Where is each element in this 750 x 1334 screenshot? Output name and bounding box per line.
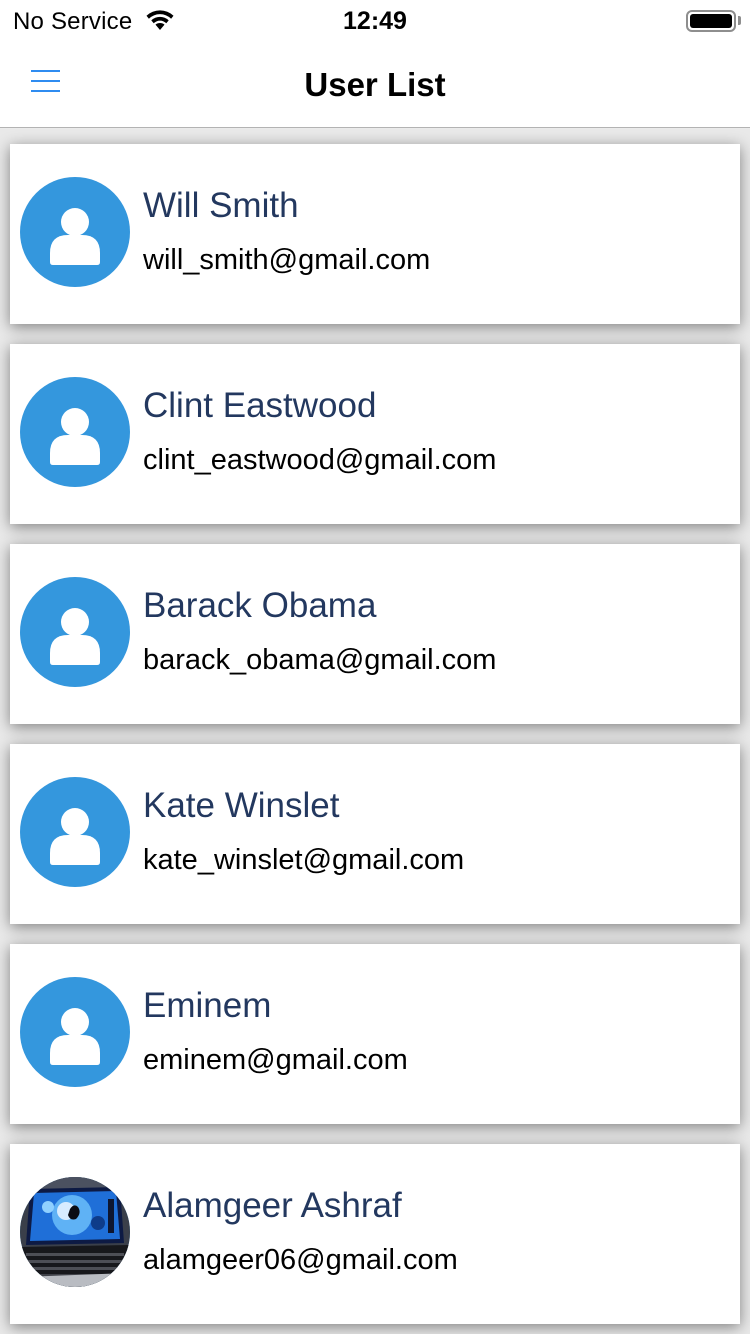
default-user-icon — [50, 208, 100, 265]
avatar — [20, 977, 130, 1087]
user-name: Kate Winslet — [143, 786, 340, 825]
default-user-icon — [50, 408, 100, 465]
user-email: alamgeer06@gmail.com — [143, 1244, 458, 1276]
default-user-icon — [50, 1008, 100, 1065]
clock: 12:49 — [343, 7, 407, 35]
user-name: Alamgeer Ashraf — [143, 1186, 402, 1225]
user-name: Will Smith — [143, 186, 299, 225]
battery-nub — [738, 16, 741, 25]
page-title: User List — [304, 66, 446, 103]
user-card[interactable]: Kate Winslet kate_winslet@gmail.com — [10, 744, 740, 924]
avatar — [20, 177, 130, 287]
avatar — [20, 777, 130, 887]
user-card[interactable]: Clint Eastwood clint_eastwood@gmail.com — [10, 344, 740, 524]
battery-icon — [686, 10, 736, 32]
user-email: barack_obama@gmail.com — [143, 644, 497, 676]
user-name: Barack Obama — [143, 586, 377, 625]
user-list[interactable]: Will Smith will_smith@gmail.com Clint Ea… — [0, 129, 750, 1334]
navigation-bar: User List — [0, 42, 750, 128]
user-email: kate_winslet@gmail.com — [143, 844, 465, 876]
user-card[interactable]: Barack Obama barack_obama@gmail.com — [10, 544, 740, 724]
user-card[interactable]: Eminem eminem@gmail.com — [10, 944, 740, 1124]
user-card[interactable]: Will Smith will_smith@gmail.com — [10, 144, 740, 324]
avatar — [20, 1177, 130, 1287]
user-card[interactable]: Alamgeer Ashraf alamgeer06@gmail.com — [10, 1144, 740, 1324]
status-bar: No Service 12:49 — [0, 0, 750, 42]
avatar — [20, 577, 130, 687]
user-email: eminem@gmail.com — [143, 1044, 408, 1076]
laptop-photo — [20, 1177, 130, 1287]
default-user-icon — [50, 808, 100, 865]
user-name: Clint Eastwood — [143, 386, 377, 425]
avatar — [20, 377, 130, 487]
user-email: clint_eastwood@gmail.com — [143, 444, 497, 476]
user-name: Eminem — [143, 986, 272, 1025]
user-email: will_smith@gmail.com — [143, 244, 431, 276]
default-user-icon — [50, 608, 100, 665]
